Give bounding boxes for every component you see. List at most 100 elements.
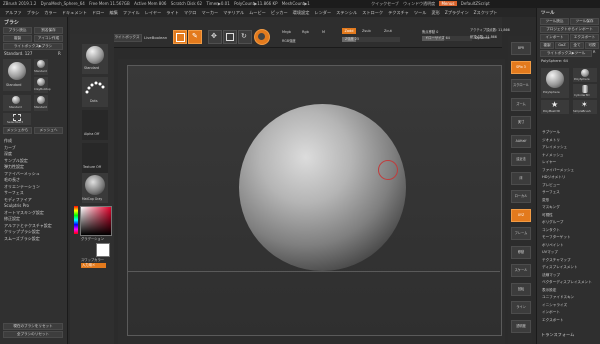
edit-button[interactable] (173, 30, 187, 44)
menu-19[interactable]: ツール (414, 10, 427, 15)
rgb-intensity-slider[interactable]: RGB強度 (282, 38, 296, 43)
select-rect-thumb[interactable]: SelectRect (3, 113, 31, 125)
clone-button[interactable]: 複製 (3, 35, 32, 42)
load-brush-button[interactable]: ブラシ読込 (3, 27, 32, 34)
liveboolean-button[interactable]: LiveBoolean (144, 35, 167, 40)
scale-button[interactable] (223, 30, 237, 44)
menu-4[interactable]: ドロー (92, 10, 105, 15)
tool-submenu-item[interactable]: ディスプレイスメント (542, 264, 600, 272)
reset-brush-button[interactable]: 現在のブラシをリセット (3, 323, 63, 330)
tool-submenu-item[interactable]: 可視性 (542, 212, 600, 220)
transparency-button[interactable]: ウィンドウ透明度 (403, 1, 435, 6)
tool-submenu-item[interactable]: インポート (542, 309, 600, 317)
gradient-label[interactable]: グラデーション (81, 236, 104, 241)
menu-1[interactable]: ブラシ (27, 10, 39, 15)
tool-submenu-item[interactable]: サブツール (542, 129, 600, 137)
zcut-button[interactable]: Zcut (384, 29, 392, 33)
tool-submenu-item[interactable]: ナノメッシュ (542, 152, 600, 160)
brush-thumb[interactable]: Standard (3, 95, 31, 111)
view-button-3[interactable]: ズーム (511, 97, 531, 111)
draw-size-slider[interactable]: ドローサイズ 64 (422, 36, 472, 41)
tool-submenu-item[interactable]: レイヤー (542, 159, 600, 167)
view-button-6[interactable]: 遠近法 (511, 153, 531, 166)
menu-22[interactable]: Zスクリプト (474, 10, 498, 15)
goz-button[interactable]: GoZ (555, 42, 569, 49)
tool-thumb[interactable]: ✶ SimpleBrush (573, 100, 597, 114)
save-as-button[interactable]: 別名保存 (34, 27, 63, 34)
tool-submenu-item[interactable]: HDジオメトリ (542, 174, 600, 182)
rgb-button[interactable]: Rgb (302, 30, 309, 34)
tool-thumb-main[interactable]: PolySphere (541, 68, 569, 98)
view-button-12[interactable]: スケール (511, 264, 531, 277)
lightbox-button[interactable]: ライトボックス (112, 34, 142, 42)
brush-thumb-main[interactable]: Standard (3, 59, 31, 91)
tool-thumb[interactable]: Cylinder3D (573, 84, 597, 98)
material-sphere-button[interactable] (254, 29, 270, 45)
to-mesh-button[interactable]: メッシュへ (34, 127, 63, 134)
from-mesh-button[interactable]: メッシュから (3, 127, 32, 134)
brush-thumb[interactable]: Standard (34, 59, 48, 75)
default-script[interactable]: DefaultZScript (461, 1, 490, 6)
m-button[interactable]: M (322, 30, 325, 34)
color-picker[interactable] (80, 206, 112, 236)
menus-button[interactable]: Menus (439, 1, 457, 6)
sphere-mesh[interactable] (239, 104, 406, 271)
tool-thumb[interactable]: ★ PolyMesh3D (541, 100, 569, 114)
stroke-thumb[interactable]: Dots (82, 77, 108, 107)
material-thumb[interactable]: MatCap Gray (82, 173, 108, 203)
tool-submenu-item[interactable]: UVマップ (542, 249, 600, 257)
focal-shift-slider[interactable]: 焦点移動 0 (422, 29, 438, 34)
menu-16[interactable]: ステンシル (336, 10, 357, 15)
tool-submenu-item[interactable]: 変形 (542, 197, 600, 205)
current-brush-thumb[interactable]: Standard (82, 44, 108, 74)
tool-submenu-item[interactable]: エクスポート (542, 317, 600, 325)
menu-14[interactable]: 環境設定 (293, 10, 310, 15)
menu-12[interactable]: ムービー (249, 10, 266, 15)
tool-submenu-item[interactable]: テクスチャマップ (542, 257, 600, 265)
menu-20[interactable]: 変形 (431, 10, 439, 15)
tool-submenu-item[interactable]: マスキング (542, 204, 600, 212)
tool-submenu-item[interactable]: モーフターゲット (542, 234, 600, 242)
view-button-7[interactable]: 床 (511, 171, 531, 185)
view-button-5[interactable]: AAHalf (511, 134, 531, 148)
tool-submenu-item[interactable]: ユニファイドスキン (542, 294, 600, 302)
make-icon-button[interactable]: アイコン作成 (34, 35, 63, 42)
all-button[interactable]: 全て (570, 42, 584, 49)
view-button-14[interactable]: ライン (511, 301, 531, 314)
hue-slider[interactable] (74, 206, 78, 234)
quicksave-button[interactable]: クイックセーブ (371, 1, 399, 6)
alpha-thumb[interactable]: Alpha Off (82, 110, 108, 140)
lightbox-brush-button[interactable]: ライトボックス▶ブラシ (3, 43, 63, 50)
menu-17[interactable]: ストローク (362, 10, 383, 15)
brush-submenu-item[interactable]: スムーズブラシ設定 (4, 236, 66, 243)
tool-submenu-item[interactable]: コンタクト (542, 227, 600, 235)
tool-submenu-item[interactable]: 表示設定 (542, 287, 600, 295)
menu-15[interactable]: レンダー (314, 10, 331, 15)
menu-9[interactable]: マクロ (184, 10, 197, 15)
tool-submenu-item[interactable]: ファイバーメッシュ (542, 167, 600, 175)
load-tool-button[interactable]: ツール読込 (540, 18, 569, 25)
menu-21[interactable]: Zプラグイン (445, 10, 469, 15)
clone-tool-button[interactable]: 複製 (540, 42, 554, 49)
view-button-1[interactable]: SPix 3 (511, 60, 531, 74)
view-button-9[interactable]: XYZ (511, 208, 531, 222)
zadd-button[interactable]: Zadd (342, 28, 356, 34)
menu-10[interactable]: マーカー (201, 10, 218, 15)
view-button-10[interactable]: フレーム (511, 227, 531, 240)
view-button-13[interactable]: 回転 (511, 282, 531, 296)
mrgb-button[interactable]: Mrgb (282, 30, 291, 34)
view-button-11[interactable]: 移動 (511, 245, 531, 259)
view-button-15[interactable]: 透明度 (511, 319, 531, 333)
move-button[interactable]: ✥ (208, 30, 222, 44)
lightbox-tools-button[interactable]: ライトボックス▶ツール (540, 50, 592, 57)
tool-submenu-item[interactable]: ジオメトリ (542, 137, 600, 145)
visible-button[interactable]: 可視 (585, 42, 599, 49)
tool-submenu-item[interactable]: サーフェス (542, 189, 600, 197)
texture-thumb[interactable]: Texture Off (82, 143, 108, 173)
tool-thumb[interactable]: PolySphere (573, 68, 597, 82)
tool-submenu-item[interactable]: ポリペイント (542, 242, 600, 250)
save-tool-button[interactable]: ツール保存 (570, 18, 599, 25)
zsub-button[interactable]: Zsub (362, 29, 371, 33)
menu-8[interactable]: ライト (166, 10, 179, 15)
tool-submenu-item[interactable]: アレイメッシュ (542, 144, 600, 152)
